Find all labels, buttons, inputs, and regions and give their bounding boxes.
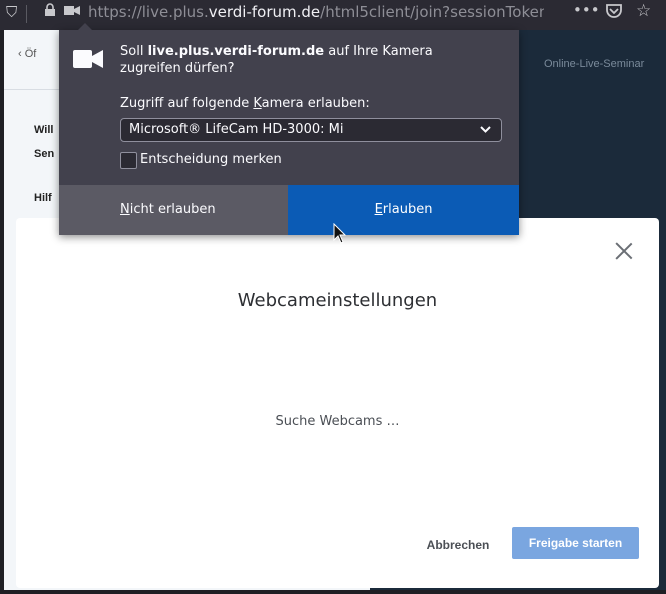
camera-permission-icon[interactable] <box>64 3 80 21</box>
webcam-settings-modal: Webcameinstellungen Suche Webcams … Abbr… <box>16 218 659 588</box>
session-title: Online-Live-Seminar <box>544 58 645 70</box>
panel-text: Sen <box>34 148 55 160</box>
checkbox[interactable] <box>120 152 137 169</box>
remember-label: Entscheidung merken <box>140 152 282 167</box>
mouse-pointer-icon <box>333 222 347 249</box>
panel-text: Will <box>34 124 54 136</box>
permission-buttons: Nicht erlauben Erlauben <box>59 185 519 235</box>
shield-icon[interactable]: ⛉ <box>6 3 17 21</box>
start-sharing-button[interactable]: Freigabe starten <box>512 527 639 559</box>
close-icon[interactable] <box>615 242 633 260</box>
selected-camera: Microsoft® LifeCam HD-3000: Mi <box>129 122 344 137</box>
camera-select[interactable]: Microsoft® LifeCam HD-3000: Mi <box>120 118 502 142</box>
pocket-icon[interactable] <box>605 3 623 23</box>
divider <box>26 5 27 23</box>
webcam-status: Suche Webcams … <box>275 414 400 429</box>
prompt-arrow <box>78 23 92 30</box>
lock-icon[interactable] <box>44 3 56 21</box>
deny-button[interactable]: Nicht erlauben <box>59 185 288 235</box>
panel-text: Hilf <box>34 192 52 204</box>
modal-title: Webcameinstellungen <box>237 290 438 311</box>
star-icon[interactable]: ☆ <box>636 1 651 21</box>
camera-select-label: Zugriff auf folgende Kamera erlauben: <box>120 96 370 111</box>
camera-icon <box>73 48 103 70</box>
cancel-button[interactable]: Abbrechen <box>416 530 500 560</box>
allow-button[interactable]: Erlauben <box>288 185 519 235</box>
back-link[interactable]: ‹ Öf <box>18 48 36 60</box>
browser-url-bar[interactable]: ⛉ https://live.plus.verdi-forum.de/html5… <box>0 0 666 30</box>
camera-permission-prompt: Soll live.plus.verdi-forum.de auf Ihre K… <box>59 23 519 235</box>
permission-question: Soll live.plus.verdi-forum.de auf Ihre K… <box>120 44 433 76</box>
url-text[interactable]: https://live.plus.verdi-forum.de/html5cl… <box>88 3 544 21</box>
chevron-down-icon <box>480 119 491 149</box>
more-icon[interactable]: ••• <box>573 1 600 19</box>
